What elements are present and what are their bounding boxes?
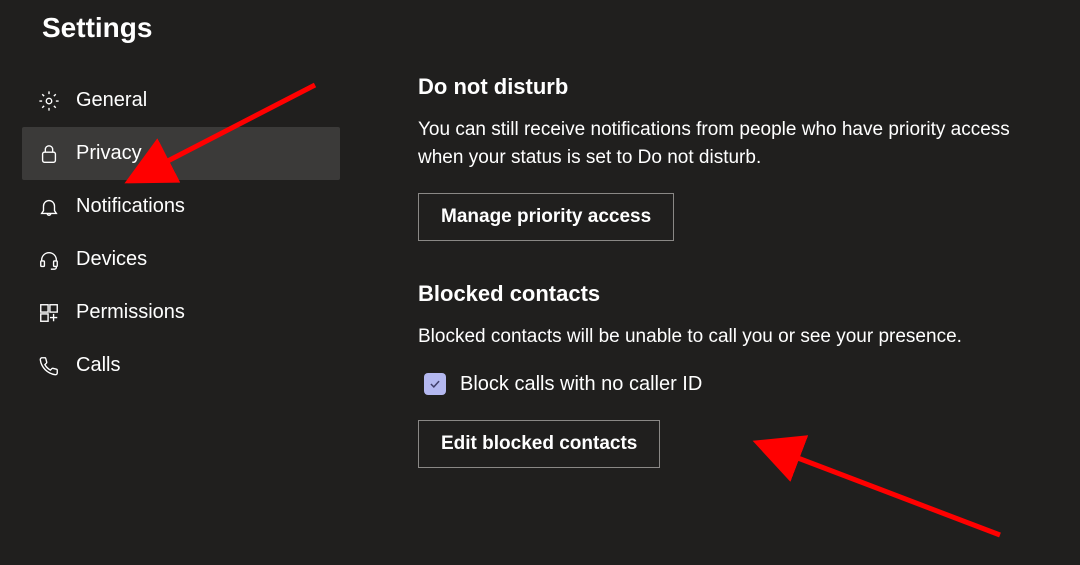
edit-blocked-contacts-button[interactable]: Edit blocked contacts	[418, 420, 660, 468]
gear-icon	[38, 90, 60, 112]
main-panel: Do not disturb You can still receive not…	[340, 74, 1080, 468]
section-heading-blocked: Blocked contacts	[418, 281, 1044, 307]
block-no-caller-id-label: Block calls with no caller ID	[460, 373, 702, 396]
sidebar-item-label: Permissions	[76, 301, 185, 324]
section-blocked-contacts: Blocked contacts Blocked contacts will b…	[418, 281, 1044, 468]
sidebar-item-label: General	[76, 89, 147, 112]
permissions-icon	[38, 302, 60, 324]
headset-icon	[38, 249, 60, 271]
sidebar-item-notifications[interactable]: Notifications	[22, 180, 340, 233]
block-no-caller-id-checkbox[interactable]	[424, 373, 446, 395]
section-desc-blocked: Blocked contacts will be unable to call …	[418, 323, 1044, 351]
sidebar: General Privacy Notifications Devices	[0, 74, 340, 468]
sidebar-item-permissions[interactable]: Permissions	[22, 286, 340, 339]
page-title: Settings	[0, 12, 1080, 74]
sidebar-item-privacy[interactable]: Privacy	[22, 127, 340, 180]
sidebar-item-label: Privacy	[76, 142, 142, 165]
section-heading-dnd: Do not disturb	[418, 74, 1044, 100]
section-desc-dnd: You can still receive notifications from…	[418, 116, 1044, 171]
phone-icon	[38, 355, 60, 377]
manage-priority-access-button[interactable]: Manage priority access	[418, 193, 674, 241]
section-do-not-disturb: Do not disturb You can still receive not…	[418, 74, 1044, 241]
sidebar-item-label: Calls	[76, 354, 120, 377]
sidebar-item-label: Notifications	[76, 195, 185, 218]
sidebar-item-label: Devices	[76, 248, 147, 271]
sidebar-item-devices[interactable]: Devices	[22, 233, 340, 286]
sidebar-item-calls[interactable]: Calls	[22, 339, 340, 392]
lock-icon	[38, 143, 60, 165]
bell-icon	[38, 196, 60, 218]
sidebar-item-general[interactable]: General	[22, 74, 340, 127]
